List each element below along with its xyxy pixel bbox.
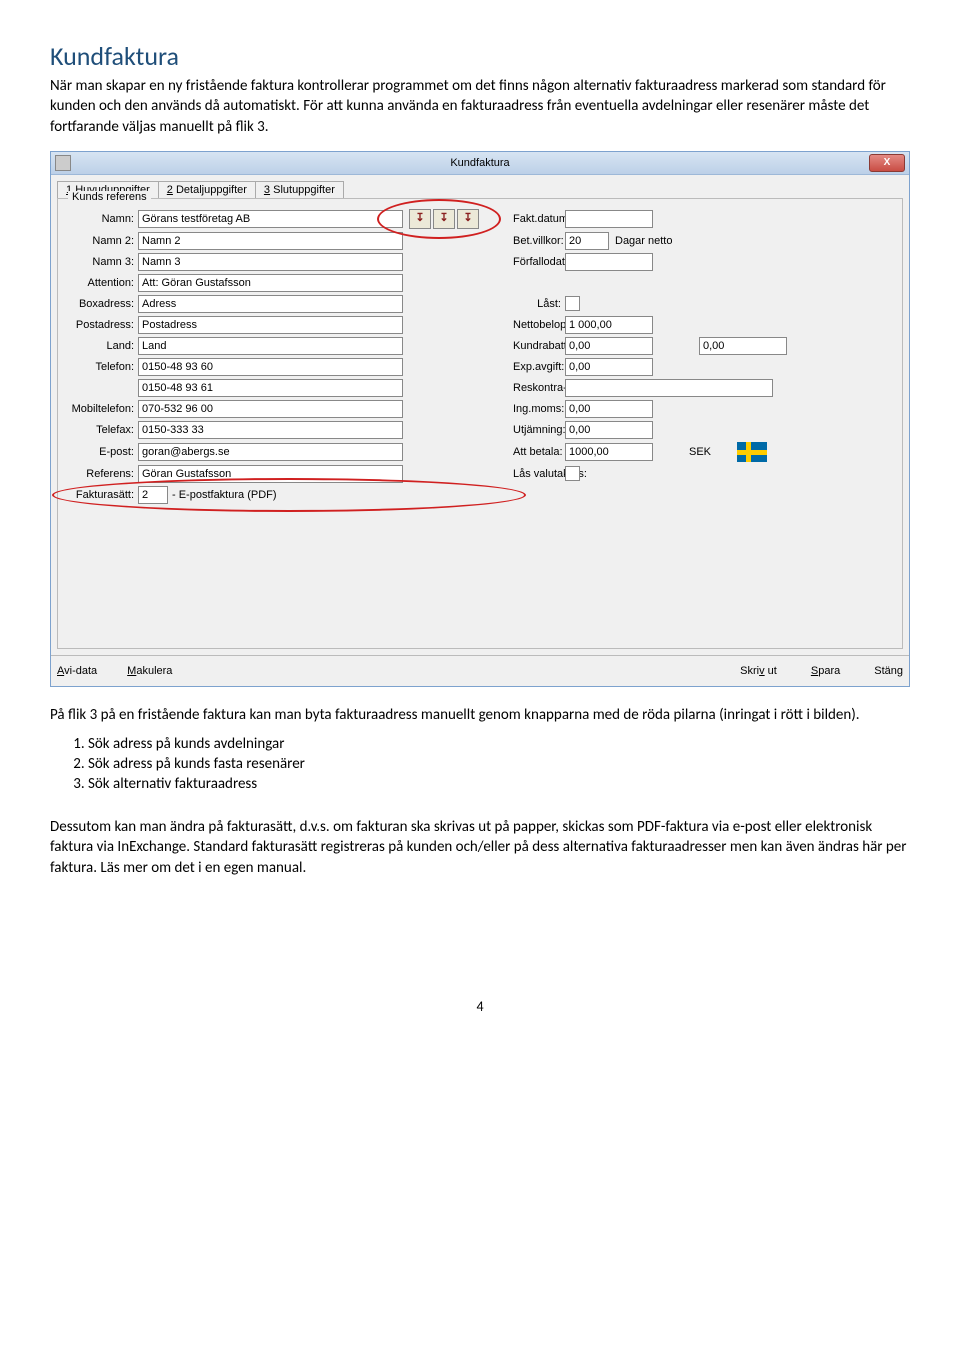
last-checkbox[interactable] xyxy=(565,296,580,311)
blank-area xyxy=(66,504,894,634)
telefon2-field[interactable]: 0150-48 93 61 xyxy=(138,379,403,397)
utjamning-label: Utjämning: xyxy=(513,424,565,436)
attbetala-label: Att betala: xyxy=(513,446,565,458)
attention-label: Attention: xyxy=(66,277,138,289)
namn-label: Namn: xyxy=(66,213,138,225)
expavgift-label: Exp.avgift: xyxy=(513,361,565,373)
kundrabatt-field[interactable]: 0,00 xyxy=(565,337,653,355)
utjamning-field[interactable]: 0,00 xyxy=(565,421,653,439)
tab-slutuppgifter[interactable]: 3 Slutuppgifter xyxy=(255,181,344,198)
expavgift-field[interactable]: 0,00 xyxy=(565,358,653,376)
avidata-text: vi-data xyxy=(64,665,97,677)
kundfaktura-window: Kundfaktura X 1 Huvuduppgifter 2 Detalju… xyxy=(50,151,910,687)
namn2-field[interactable]: Namn 2 xyxy=(138,232,403,250)
fakturasatt-group: 2 - E-postfaktura (PDF) xyxy=(138,486,403,504)
arrow-button-alternativ[interactable]: ↧ xyxy=(457,209,479,229)
attention-field[interactable]: Att: Göran Gustafsson xyxy=(138,274,403,292)
namn3-field[interactable]: Namn 3 xyxy=(138,253,403,271)
attbetala-currency: SEK xyxy=(689,446,711,458)
mobiltelefon-label: Mobiltelefon: xyxy=(66,403,138,415)
reskontrainfo-label: Reskontra-info: xyxy=(513,382,565,394)
doc-intro-para: När man skapar en ny fristående faktura … xyxy=(50,76,910,137)
betvillkor-suffix: Dagar netto xyxy=(615,235,672,247)
fieldset-legend: Kunds referens xyxy=(68,191,151,203)
tab2-label: Detaljuppgifter xyxy=(176,184,247,196)
attbetala-field[interactable]: 1000,00 xyxy=(565,443,653,461)
stang-button[interactable]: Stäng xyxy=(874,665,903,677)
referens-label: Referens: xyxy=(66,468,138,480)
referens-field[interactable]: Göran Gustafsson xyxy=(138,465,403,483)
arrow-button-avdelningar[interactable]: ↧ xyxy=(409,209,431,229)
namn2-label: Namn 2: xyxy=(66,235,138,247)
window-title: Kundfaktura xyxy=(51,157,909,169)
namn-field[interactable]: Görans testföretag AB xyxy=(138,210,403,228)
form-grid: Namn: Görans testföretag AB ↧ ↧ ↧ Fakt.d… xyxy=(66,209,894,504)
reskontrainfo-field[interactable] xyxy=(565,379,773,397)
spara-button[interactable]: Spara xyxy=(811,665,840,677)
forfallodatum-label: Förfallodatum: xyxy=(513,256,565,268)
arrow-button-resenarer[interactable]: ↧ xyxy=(433,209,455,229)
epost-field[interactable]: goran@abergs.se xyxy=(138,443,403,461)
page-number: 4 xyxy=(50,998,910,1015)
close-button[interactable]: X xyxy=(869,154,905,172)
boxadress-label: Boxadress: xyxy=(66,298,138,310)
telefon-label: Telefon: xyxy=(66,361,138,373)
faktdatum-field[interactable] xyxy=(565,210,653,228)
boxadress-field[interactable]: Adress xyxy=(138,295,403,313)
arrow-buttons-group: ↧ ↧ ↧ xyxy=(403,209,513,229)
ingmoms-label: Ing.moms: xyxy=(513,403,565,415)
nettobelopp-label: Nettobelopp: xyxy=(513,319,565,331)
makulera-text: akulera xyxy=(136,665,172,677)
titlebar[interactable]: Kundfaktura X xyxy=(51,152,909,175)
spara-text: para xyxy=(818,665,840,677)
telefax-label: Telefax: xyxy=(66,424,138,436)
telefon-field[interactable]: 0150-48 93 60 xyxy=(138,358,403,376)
sweden-flag-icon xyxy=(737,442,767,462)
fakturasatt-desc: - E-postfaktura (PDF) xyxy=(172,489,277,501)
betvillkor-field[interactable]: 20 xyxy=(565,232,609,250)
betvillkor-label: Bet.villkor: xyxy=(513,235,565,247)
doc-para-3: Dessutom kan man ändra på fakturasätt, d… xyxy=(50,817,910,878)
doc-numbered-list: Sök adress på kunds avdelningar Sök adre… xyxy=(50,735,910,793)
lasvalutakurs-label: Lås valutakurs: xyxy=(513,468,565,480)
tabs-row: 1 Huvuduppgifter 2 Detaljuppgifter 3 Slu… xyxy=(51,175,909,198)
fakturasatt-label: Fakturasätt: xyxy=(66,489,138,501)
stang-text: Stän xyxy=(874,665,897,677)
kunds-referens-fieldset: Kunds referens Namn: Görans testföretag … xyxy=(57,198,903,649)
tab3-number: 3 xyxy=(264,184,270,196)
ingmoms-field[interactable]: 0,00 xyxy=(565,400,653,418)
postadress-field[interactable]: Postadress xyxy=(138,316,403,334)
forfallodatum-field[interactable] xyxy=(565,253,653,271)
fakturasatt-code-field[interactable]: 2 xyxy=(138,486,168,504)
tab-detaljuppgifter[interactable]: 2 Detaljuppgifter xyxy=(158,181,256,198)
kundrabatt-label: Kundrabatt: xyxy=(513,340,565,352)
bottom-bar: Avi-data Makulera Skriv ut Spara Stäng xyxy=(51,655,909,686)
skrivut-button[interactable]: Skriv ut xyxy=(740,665,777,677)
doc-para-2: På flik 3 på en fristående faktura kan m… xyxy=(50,705,910,725)
lasvalutakurs-checkbox[interactable] xyxy=(565,466,580,481)
mobiltelefon-field[interactable]: 070-532 96 00 xyxy=(138,400,403,418)
postadress-label: Postadress: xyxy=(66,319,138,331)
list-item-1: Sök adress på kunds avdelningar xyxy=(88,735,910,753)
epost-label: E-post: xyxy=(66,446,138,458)
last-label: Låst: xyxy=(513,298,565,310)
land-label: Land: xyxy=(66,340,138,352)
land-field[interactable]: Land xyxy=(138,337,403,355)
doc-heading: Kundfaktura xyxy=(50,40,910,72)
makulera-button[interactable]: Makulera xyxy=(127,665,172,677)
list-item-2: Sök adress på kunds fasta resenärer xyxy=(88,755,910,773)
namn3-label: Namn 3: xyxy=(66,256,138,268)
tab2-number: 2 xyxy=(167,184,173,196)
faktdatum-label: Fakt.datum: xyxy=(513,213,565,225)
nettobelopp-field[interactable]: 1 000,00 xyxy=(565,316,653,334)
telefax-field[interactable]: 0150-333 33 xyxy=(138,421,403,439)
tab3-label: Slutuppgifter xyxy=(273,184,335,196)
kundrabatt-field-2[interactable]: 0,00 xyxy=(699,337,787,355)
skrivut-text: Skri xyxy=(740,665,759,677)
avidata-button[interactable]: Avi-data xyxy=(57,665,97,677)
list-item-3: Sök alternativ fakturaadress xyxy=(88,775,910,793)
